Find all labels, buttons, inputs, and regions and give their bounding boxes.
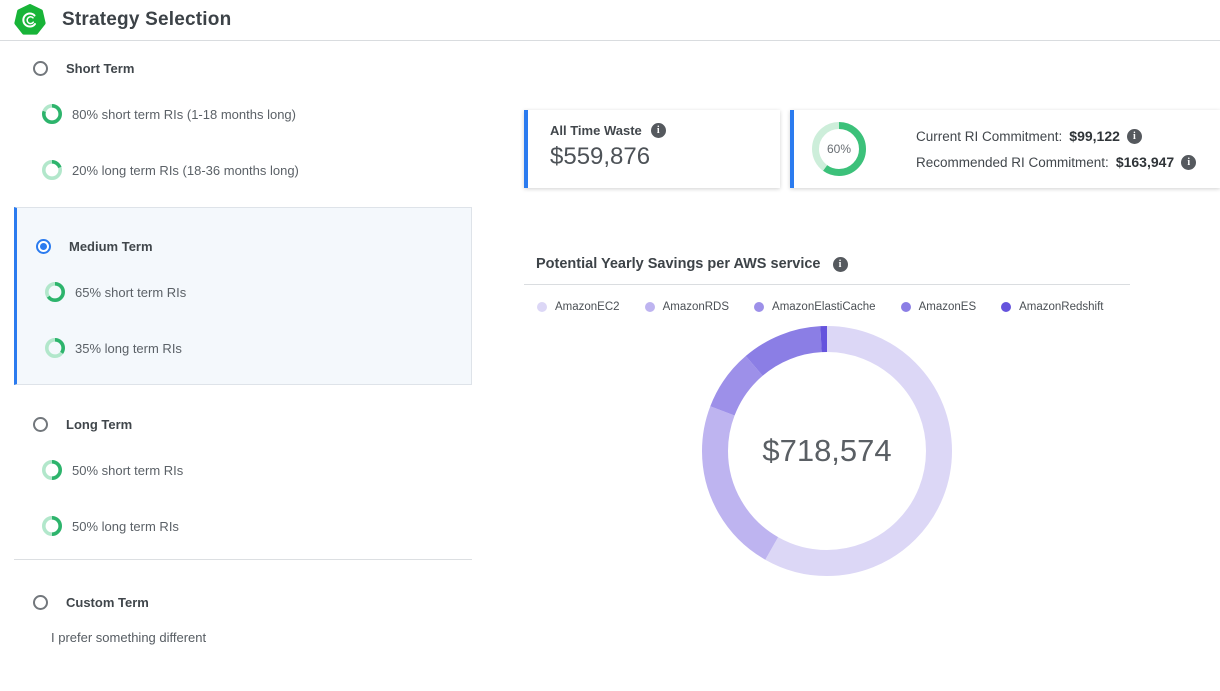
legend-label: AmazonRDS [663, 301, 729, 313]
commitment-row: Recommended RI Commitment: $163,947 i [916, 154, 1196, 170]
commitment-label: Recommended RI Commitment: [916, 155, 1109, 170]
radio-medium-term[interactable] [36, 239, 51, 254]
allocation-row: 20% long term RIs (18-36 months long) [14, 160, 472, 180]
strategy-label: Custom Term [66, 595, 149, 610]
allocation-donut-icon [45, 338, 65, 358]
legend-item-AmazonES[interactable]: AmazonES [901, 301, 977, 313]
allocation-row: 35% long term RIs [17, 338, 471, 358]
allocation-row: 80% short term RIs (1-18 months long) [14, 104, 472, 124]
allocation-donut-icon [42, 460, 62, 480]
legend-dot-icon [754, 302, 764, 312]
commitment-rows: Current RI Commitment: $99,122 i Recomme… [916, 128, 1196, 170]
strategy-label: Short Term [66, 61, 134, 76]
page-title: Strategy Selection [62, 9, 231, 31]
commitment-label: Current RI Commitment: [916, 129, 1062, 144]
legend-item-AmazonElastiCache[interactable]: AmazonElastiCache [754, 301, 876, 313]
allocation-donut-icon [42, 104, 62, 124]
chart-legend: AmazonEC2 AmazonRDS AmazonElastiCache Am… [537, 301, 1129, 313]
legend-label: AmazonEC2 [555, 301, 620, 313]
allocation-donut-icon [45, 282, 65, 302]
legend-item-AmazonRedshift[interactable]: AmazonRedshift [1001, 301, 1103, 313]
section-divider [14, 559, 472, 560]
legend-item-AmazonRDS[interactable]: AmazonRDS [645, 301, 729, 313]
app-header: Strategy Selection [0, 0, 1220, 41]
info-icon[interactable]: i [1127, 129, 1142, 144]
donut-center-total: $718,574 [702, 326, 952, 576]
legend-label: AmazonElastiCache [772, 301, 876, 313]
strategy-label: Long Term [66, 417, 132, 432]
legend-dot-icon [1001, 302, 1011, 312]
commitment-gauge: 60% [812, 122, 866, 176]
allocation-row: 50% short term RIs [14, 460, 472, 480]
app-logo-icon [14, 4, 46, 36]
gauge-percent-label: 60% [812, 122, 866, 176]
allocation-label: 80% short term RIs (1-18 months long) [72, 107, 296, 122]
allocation-row: 50% long term RIs [14, 516, 472, 536]
radio-short-term[interactable] [33, 61, 48, 76]
allocation-label: 65% short term RIs [75, 285, 186, 300]
allocation-label: 35% long term RIs [75, 341, 182, 356]
legend-item-AmazonEC2[interactable]: AmazonEC2 [537, 301, 620, 313]
legend-label: AmazonRedshift [1019, 301, 1103, 313]
commitment-value: $163,947 [1116, 154, 1174, 170]
info-icon[interactable]: i [651, 123, 666, 138]
legend-label: AmazonES [919, 301, 977, 313]
strategy-long-term[interactable]: Long Term 50% short term RIs 50% long te… [14, 417, 472, 536]
allocation-donut-icon [42, 516, 62, 536]
strategy-list: Short Term 80% short term RIs (1-18 mont… [14, 41, 472, 645]
all-time-waste-card: All Time Waste i $559,876 [524, 110, 780, 188]
strategy-medium-term[interactable]: Medium Term 65% short term RIs 35% long … [14, 207, 472, 385]
radio-long-term[interactable] [33, 417, 48, 432]
strategy-custom-term[interactable]: Custom Term I prefer something different [14, 595, 472, 645]
chart-title: Potential Yearly Savings per AWS service [536, 256, 821, 272]
legend-dot-icon [645, 302, 655, 312]
savings-donut-chart[interactable]: $718,574 [702, 326, 952, 576]
info-icon[interactable]: i [833, 257, 848, 272]
ri-commitment-card: 60% Current RI Commitment: $99,122 i Rec… [790, 110, 1220, 188]
allocation-row: 65% short term RIs [17, 282, 471, 302]
allocation-label: 20% long term RIs (18-36 months long) [72, 163, 299, 178]
chart-divider [524, 284, 1130, 285]
strategy-label: Medium Term [69, 239, 153, 254]
strategy-short-term[interactable]: Short Term 80% short term RIs (1-18 mont… [14, 61, 472, 180]
allocation-label: 50% short term RIs [72, 463, 183, 478]
commitment-row: Current RI Commitment: $99,122 i [916, 128, 1196, 144]
waste-card-value: $559,876 [550, 143, 780, 171]
info-icon[interactable]: i [1181, 155, 1196, 170]
commitment-value: $99,122 [1069, 128, 1120, 144]
allocation-donut-icon [42, 160, 62, 180]
waste-card-label: All Time Waste [550, 123, 642, 138]
radio-custom-term[interactable] [33, 595, 48, 610]
legend-dot-icon [901, 302, 911, 312]
allocation-label: 50% long term RIs [72, 519, 179, 534]
legend-dot-icon [537, 302, 547, 312]
custom-term-note: I prefer something different [14, 630, 472, 645]
